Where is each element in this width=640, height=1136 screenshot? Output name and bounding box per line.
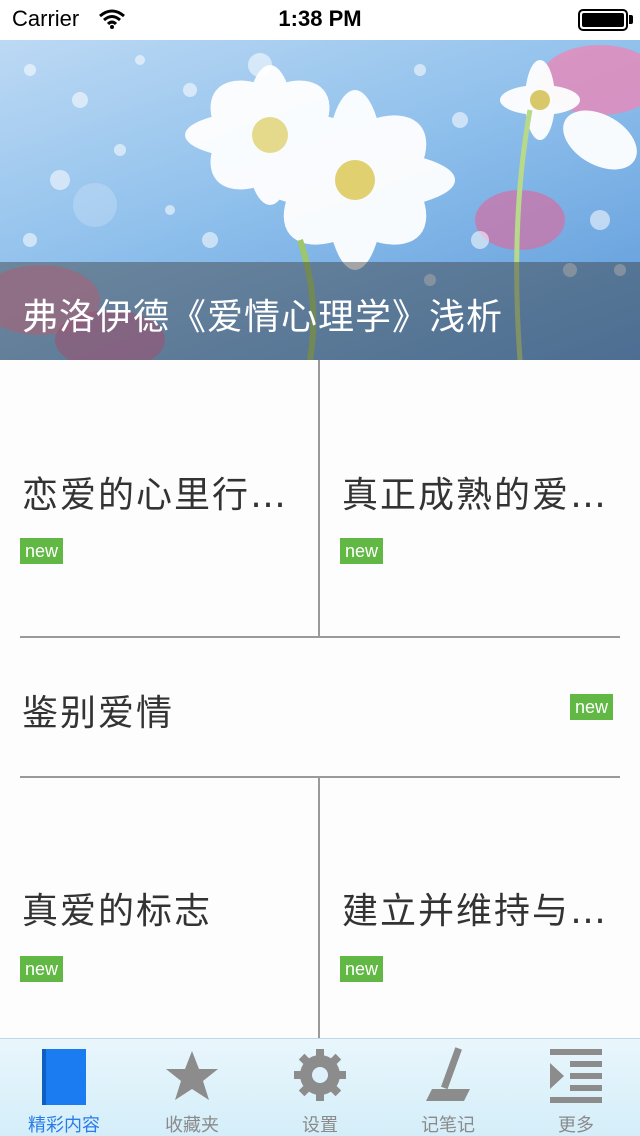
new-badge: new [340, 956, 384, 982]
article-grid: 恋爱的心里行… new 真正成熟的爱… new 鉴别爱情 new 真爱的标志 n… [0, 360, 640, 1038]
featured-banner[interactable]: 弗洛伊德《爱情心理学》浅析 [0, 40, 640, 360]
new-badge: new [20, 956, 64, 982]
new-badge: new [570, 694, 614, 720]
tab-featured[interactable]: 精彩内容 [0, 1039, 128, 1136]
tab-notes[interactable]: 记笔记 [384, 1039, 512, 1136]
tab-more[interactable]: 更多 [512, 1039, 640, 1136]
menu-icon [550, 1049, 602, 1103]
grid-divider-vertical [318, 778, 320, 1038]
star-icon [166, 1051, 218, 1100]
article-card[interactable]: 建立并维持与… new [320, 778, 640, 1038]
article-title: 恋爱的心里行… [22, 475, 289, 516]
banner-title[interactable]: 弗洛伊德《爱情心理学》浅析 [22, 288, 503, 340]
tab-favorites[interactable]: 收藏夹 [128, 1039, 256, 1136]
new-badge: new [340, 538, 384, 564]
status-bar: Carrier 1:38 PM [0, 0, 640, 40]
book-icon [42, 1049, 86, 1105]
grid-divider-vertical [318, 360, 320, 636]
article-title: 建立并维持与… [342, 891, 609, 932]
article-title: 真爱的标志 [22, 891, 213, 932]
battery-icon [578, 9, 628, 31]
tab-label: 精彩内容 [28, 1115, 100, 1136]
status-time: 1:38 PM [278, 6, 362, 31]
tab-label: 收藏夹 [165, 1115, 219, 1136]
article-card[interactable]: 恋爱的心里行… new [0, 360, 318, 636]
article-card[interactable]: 真爱的标志 new [0, 778, 318, 1038]
battery-tip [629, 15, 633, 24]
banner-caption: 弗洛伊德《爱情心理学》浅析 [0, 262, 640, 360]
article-title: 鉴别爱情 [22, 693, 175, 734]
pen-icon [426, 1047, 470, 1101]
tab-label: 设置 [302, 1115, 338, 1136]
tab-label: 更多 [558, 1115, 594, 1136]
tab-bar: 精彩内容 收藏夹 设置 记笔记 更多 [0, 1038, 640, 1136]
gear-icon [294, 1049, 346, 1101]
article-card[interactable]: 鉴别爱情 new [0, 638, 640, 776]
tab-label: 记笔记 [421, 1115, 475, 1136]
article-card[interactable]: 真正成熟的爱… new [320, 360, 640, 636]
new-badge: new [20, 538, 64, 564]
article-title: 真正成熟的爱… [342, 475, 609, 516]
tab-settings[interactable]: 设置 [256, 1039, 384, 1136]
